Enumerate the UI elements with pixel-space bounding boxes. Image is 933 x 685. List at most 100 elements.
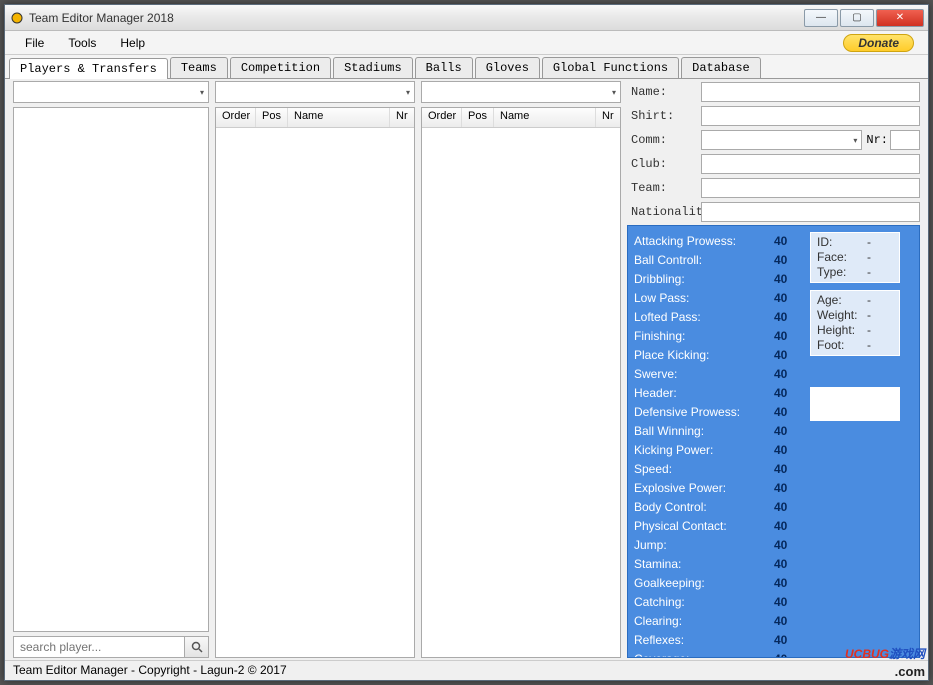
info-row: Type:- <box>817 265 893 280</box>
stat-row: Catching:40 <box>634 593 802 611</box>
stat-row: Coverage:40 <box>634 650 802 658</box>
search-icon <box>191 641 203 653</box>
info-row: Height:- <box>817 323 893 338</box>
stat-label: Ball Controll: <box>634 251 774 269</box>
window-title: Team Editor Manager 2018 <box>29 11 802 25</box>
stat-row: Ball Winning:40 <box>634 422 802 440</box>
stat-value: 40 <box>774 517 802 535</box>
stat-value: 40 <box>774 650 802 658</box>
label-name: Name: <box>627 85 701 99</box>
col-pos[interactable]: Pos <box>256 108 288 127</box>
stat-value: 40 <box>774 346 802 364</box>
comm-dropdown[interactable]: ▾ <box>701 130 862 150</box>
nr-field[interactable] <box>890 130 920 150</box>
chevron-down-icon: ▾ <box>200 88 204 97</box>
team-filter-dropdown[interactable]: ▾ <box>13 81 209 103</box>
search-input[interactable] <box>13 636 185 658</box>
menu-file[interactable]: File <box>13 34 56 52</box>
col-nr[interactable]: Nr <box>596 108 620 127</box>
team-field[interactable] <box>701 178 920 198</box>
stat-row: Place Kicking:40 <box>634 346 802 364</box>
stat-row: Explosive Power:40 <box>634 479 802 497</box>
shirt-field[interactable] <box>701 106 920 126</box>
id-info-box: ID:-Face:-Type:- <box>810 232 900 283</box>
tab-gloves[interactable]: Gloves <box>475 57 540 78</box>
tab-stadiums[interactable]: Stadiums <box>333 57 413 78</box>
col-pos[interactable]: Pos <box>462 108 494 127</box>
club-field[interactable] <box>701 154 920 174</box>
stat-label: Body Control: <box>634 498 774 516</box>
info-row: Age:- <box>817 293 893 308</box>
stat-value: 40 <box>774 422 802 440</box>
app-window: Team Editor Manager 2018 — ▢ ✕ File Tool… <box>4 4 929 681</box>
stat-value: 40 <box>774 232 802 250</box>
column-teams: ▾ <box>13 81 209 658</box>
app-icon <box>9 10 25 26</box>
stat-value: 40 <box>774 365 802 383</box>
tab-database[interactable]: Database <box>681 57 761 78</box>
stat-label: Goalkeeping: <box>634 574 774 592</box>
nationality-field[interactable] <box>701 202 920 222</box>
label-nationality: Nationalit: <box>627 205 701 219</box>
squad-b-list[interactable]: Order Pos Name Nr <box>421 107 621 658</box>
col-nr[interactable]: Nr <box>390 108 414 127</box>
name-field[interactable] <box>701 82 920 102</box>
stat-row: Goalkeeping:40 <box>634 574 802 592</box>
tab-players-transfers[interactable]: Players & Transfers <box>9 58 168 79</box>
close-button[interactable]: ✕ <box>876 9 924 27</box>
statusbar: Team Editor Manager - Copyright - Lagun-… <box>5 660 928 680</box>
menu-tools[interactable]: Tools <box>56 34 108 52</box>
minimize-button[interactable]: — <box>804 9 838 27</box>
stat-value: 40 <box>774 460 802 478</box>
stat-label: Ball Winning: <box>634 422 774 440</box>
tabstrip: Players & Transfers Teams Competition St… <box>5 55 928 79</box>
menu-help[interactable]: Help <box>108 34 157 52</box>
stat-row: Jump:40 <box>634 536 802 554</box>
stat-label: Defensive Prowess: <box>634 403 774 421</box>
stat-value: 40 <box>774 308 802 326</box>
squad-a-list[interactable]: Order Pos Name Nr <box>215 107 415 658</box>
column-player-details: Name: Shirt: Comm:▾Nr: Club: Team: Natio… <box>627 81 920 658</box>
stat-row: Header:40 <box>634 384 802 402</box>
physical-info-box: Age:-Weight:-Height:-Foot:- <box>810 290 900 356</box>
stat-label: Catching: <box>634 593 774 611</box>
col-name[interactable]: Name <box>288 108 390 127</box>
stat-value: 40 <box>774 536 802 554</box>
stat-row: Kicking Power:40 <box>634 441 802 459</box>
col-order[interactable]: Order <box>216 108 256 127</box>
team-listbox[interactable] <box>13 107 209 632</box>
tab-teams[interactable]: Teams <box>170 57 228 78</box>
stat-value: 40 <box>774 384 802 402</box>
tab-competition[interactable]: Competition <box>230 57 331 78</box>
col-name[interactable]: Name <box>494 108 596 127</box>
stat-row: Stamina:40 <box>634 555 802 573</box>
stat-label: Stamina: <box>634 555 774 573</box>
stat-row: Physical Contact:40 <box>634 517 802 535</box>
stat-label: Low Pass: <box>634 289 774 307</box>
stat-label: Reflexes: <box>634 631 774 649</box>
stat-label: Swerve: <box>634 365 774 383</box>
maximize-button[interactable]: ▢ <box>840 9 874 27</box>
stat-value: 40 <box>774 270 802 288</box>
stat-row: Finishing:40 <box>634 327 802 345</box>
stat-label: Place Kicking: <box>634 346 774 364</box>
squad-a-dropdown[interactable]: ▾ <box>215 81 415 103</box>
column-squad-a: ▾ Order Pos Name Nr <box>215 81 415 658</box>
squad-b-dropdown[interactable]: ▾ <box>421 81 621 103</box>
squad-a-header: Order Pos Name Nr <box>216 108 414 128</box>
stat-row: Reflexes:40 <box>634 631 802 649</box>
tab-global-functions[interactable]: Global Functions <box>542 57 679 78</box>
search-button[interactable] <box>185 636 209 658</box>
stat-row: Defensive Prowess:40 <box>634 403 802 421</box>
stat-row: Dribbling:40 <box>634 270 802 288</box>
donate-button[interactable]: Donate <box>843 34 914 52</box>
stat-row: Low Pass:40 <box>634 289 802 307</box>
tab-balls[interactable]: Balls <box>415 57 473 78</box>
label-nr: Nr: <box>866 133 888 147</box>
info-row: ID:- <box>817 235 893 250</box>
stat-row: Attacking Prowess:40 <box>634 232 802 250</box>
stat-value: 40 <box>774 593 802 611</box>
stat-row: Clearing:40 <box>634 612 802 630</box>
stat-label: Jump: <box>634 536 774 554</box>
col-order[interactable]: Order <box>422 108 462 127</box>
